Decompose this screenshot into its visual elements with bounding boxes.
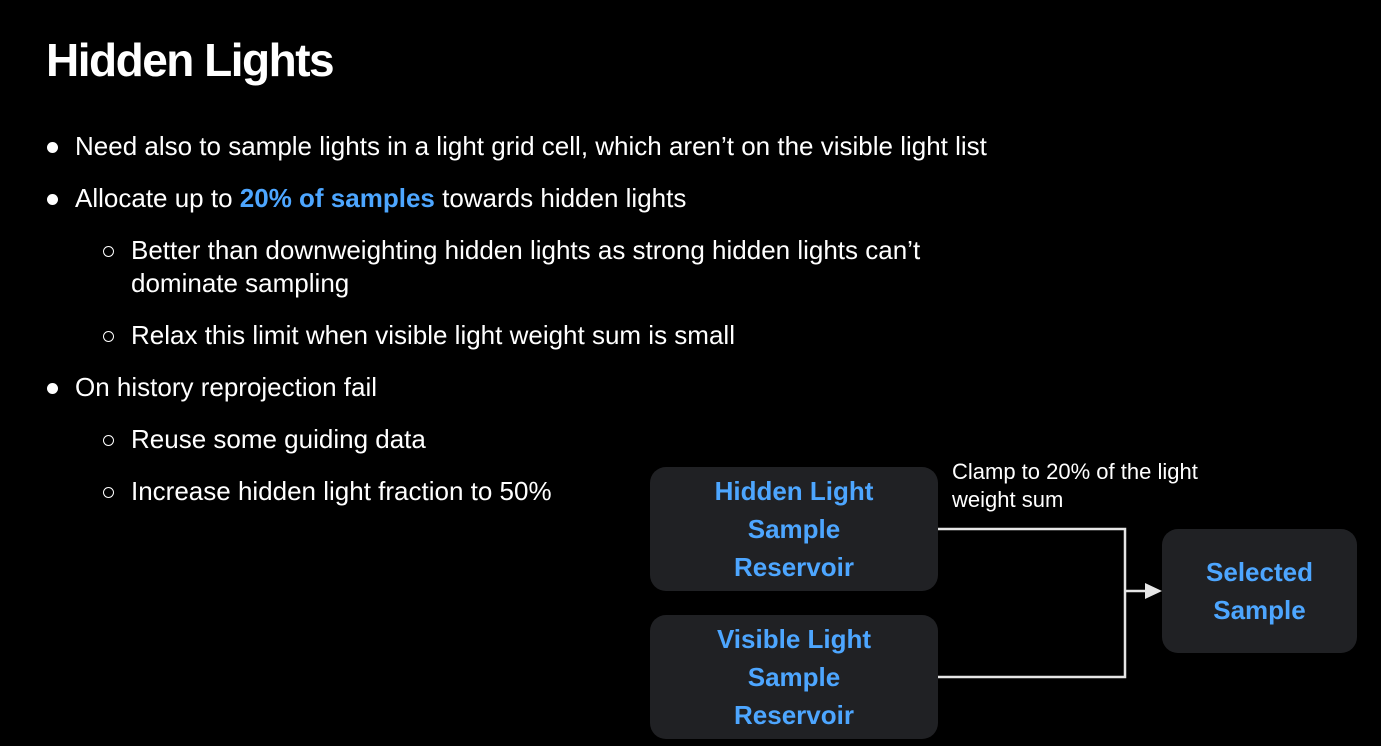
subbullet-text: Increase hidden light fraction to 50% — [131, 476, 552, 506]
slide-title: Hidden Lights — [46, 34, 335, 86]
node-label-line: Reservoir — [734, 552, 854, 582]
subbullet-better-than-downweighting: Better than downweighting hidden lights … — [102, 234, 1021, 300]
bullet-text: Need also to sample lights in a light gr… — [75, 131, 987, 161]
bullet-highlight: 20% of samples — [239, 183, 435, 213]
node-hidden-light-reservoir: Hidden Light Sample Reservoir — [650, 467, 938, 591]
edge-label-clamp: Clamp to 20% of the light weight sum — [952, 459, 1198, 512]
bullet-text-post: towards hidden lights — [434, 183, 687, 213]
connector-hidden-to-merge — [938, 527, 1127, 591]
bullet-text: On history reprojection fail — [75, 372, 378, 402]
arrowhead-icon — [1145, 583, 1162, 599]
node-label-line: Sample — [747, 514, 841, 544]
connector-visible-to-merge — [938, 591, 1127, 679]
node-label-line: Sample — [1213, 595, 1306, 625]
node-visible-light-reservoir: Visible Light Sample Reservoir — [650, 615, 938, 739]
subbullet-text: Reuse some guiding data — [131, 424, 426, 454]
bullet-history-reprojection-fail: On history reprojection fail — [46, 371, 1146, 404]
bullet-allocate-samples: Allocate up to 20% of samples towards hi… — [46, 182, 1146, 215]
node-selected-sample: Selected Sample — [1162, 529, 1357, 653]
subbullet-text: Relax this limit when visible light weig… — [131, 320, 735, 350]
node-label-line: Reservoir — [734, 700, 854, 730]
subbullet-text: Better than downweighting hidden lights … — [131, 235, 921, 298]
node-label-line: Hidden Light — [714, 476, 874, 506]
node-label-line: Visible Light — [716, 624, 872, 654]
bullet-text-pre: Allocate up to — [75, 183, 240, 213]
subbullet-relax-limit: Relax this limit when visible light weig… — [102, 319, 1146, 352]
subbullet-reuse-guiding-data: Reuse some guiding data — [102, 423, 1146, 456]
bullet-sample-hidden-lights: Need also to sample lights in a light gr… — [46, 130, 1146, 163]
node-label-line: Sample — [747, 662, 841, 692]
node-label-line: Selected — [1206, 557, 1313, 587]
